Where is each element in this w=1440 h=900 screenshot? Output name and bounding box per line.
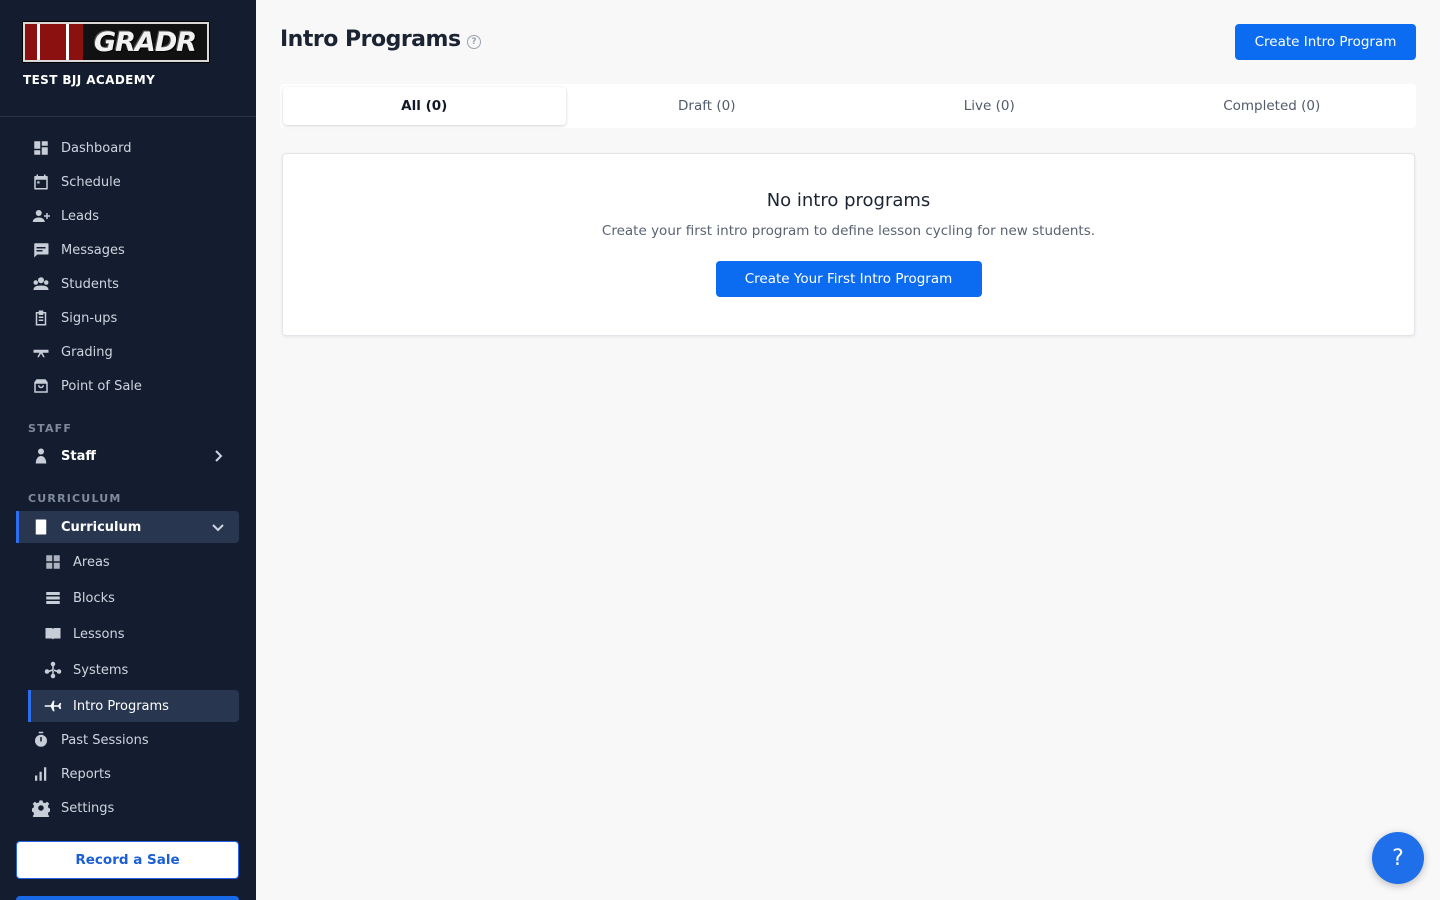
layers-icon (44, 589, 62, 607)
tab-all[interactable]: All (0) (283, 87, 566, 125)
dashboard-icon (32, 139, 50, 157)
academy-name: TEST BJJ ACADEMY (23, 73, 156, 87)
main-content: Intro Programs ? Create Intro Program Al… (256, 0, 1440, 900)
sidebar-item-settings[interactable]: Settings (16, 792, 239, 824)
sidebar-item-label: Schedule (61, 174, 121, 190)
tab-draft[interactable]: Draft (0) (566, 87, 849, 125)
sidebar-item-label: Curriculum (61, 519, 142, 535)
sidebar-item-past-sessions[interactable]: Past Sessions (16, 724, 239, 756)
empty-state-card: No intro programs Create your first intr… (282, 153, 1415, 336)
sidebar-item-schedule[interactable]: Schedule (16, 166, 239, 198)
open-book-icon (44, 625, 62, 643)
gear-icon (32, 799, 50, 817)
tab-live[interactable]: Live (0) (848, 87, 1131, 125)
chat-icon (32, 241, 50, 259)
sidebar-subitem-systems[interactable]: Systems (28, 654, 239, 686)
sidebar-item-label: Reports (61, 766, 111, 782)
person-add-icon (32, 207, 50, 225)
sidebar-subitem-label: Blocks (73, 590, 115, 606)
sidebar-item-point-of-sale[interactable]: Point of Sale (16, 370, 239, 402)
sidebar-item-label: Students (61, 276, 119, 292)
sidebar-item-leads[interactable]: Leads (16, 200, 239, 232)
sidebar-item-signups[interactable]: Sign-ups (16, 302, 239, 334)
sidebar-item-label: Grading (61, 344, 113, 360)
sidebar-item-curriculum[interactable]: Curriculum (16, 511, 239, 543)
create-first-intro-program-button[interactable]: Create Your First Intro Program (715, 261, 982, 297)
help-chat-button[interactable]: ? (1372, 832, 1424, 884)
logo-stripes (25, 24, 83, 60)
sidebar-item-label: Point of Sale (61, 378, 142, 394)
sidebar-subitem-intro-programs[interactable]: Intro Programs (28, 690, 239, 722)
sidebar-item-messages[interactable]: Messages (16, 234, 239, 266)
brand-area: GRADR TEST BJJ ACADEMY (0, 0, 256, 117)
gradr-logo[interactable]: GRADR (23, 22, 209, 62)
sidebar-subitem-label: Intro Programs (73, 698, 169, 714)
empty-state-title: No intro programs (766, 190, 931, 211)
page-title: Intro Programs (280, 27, 461, 52)
sidebar-item-label: Staff (61, 448, 96, 464)
sidebar-item-label: Leads (61, 208, 100, 224)
belt-icon (32, 343, 50, 361)
person-icon (32, 447, 50, 465)
stopwatch-icon (32, 731, 50, 749)
sidebar-item-students[interactable]: Students (16, 268, 239, 300)
sidebar-bottom-button[interactable] (16, 896, 239, 900)
sidebar-item-label: Messages (61, 242, 125, 258)
section-label-staff: STAFF (28, 422, 73, 435)
sidebar-item-label: Past Sessions (61, 732, 149, 748)
sidebar-item-staff[interactable]: Staff (16, 440, 239, 472)
book-icon (32, 518, 50, 536)
sidebar: GRADR TEST BJJ ACADEMY Dashboard Schedul… (0, 0, 256, 900)
chevron-down-icon (211, 520, 225, 534)
sidebar-subitem-label: Systems (73, 662, 129, 678)
sidebar-item-label: Sign-ups (61, 310, 118, 326)
sidebar-item-dashboard[interactable]: Dashboard (16, 132, 239, 164)
sidebar-item-reports[interactable]: Reports (16, 758, 239, 790)
logo-text: GRADR (93, 26, 197, 58)
network-icon (44, 661, 62, 679)
bar-chart-icon (32, 765, 50, 783)
section-label-curriculum: CURRICULUM (28, 492, 122, 505)
sidebar-subitem-label: Lessons (73, 626, 125, 642)
help-icon[interactable]: ? (467, 35, 481, 49)
sidebar-subitem-lessons[interactable]: Lessons (28, 618, 239, 650)
students-icon (32, 275, 50, 293)
grid-icon (44, 553, 62, 571)
plane-icon (44, 697, 62, 715)
empty-state-subtitle: Create your first intro program to defin… (601, 223, 1096, 239)
sidebar-item-label: Dashboard (61, 140, 132, 156)
record-sale-button[interactable]: Record a Sale (16, 841, 239, 879)
calendar-icon (32, 173, 50, 191)
status-tabs: All (0) Draft (0) Live (0) Completed (0) (280, 84, 1416, 128)
sidebar-subitem-label: Areas (73, 554, 110, 570)
create-intro-program-button[interactable]: Create Intro Program (1235, 24, 1416, 60)
tab-completed[interactable]: Completed (0) (1131, 87, 1414, 125)
clipboard-icon (32, 309, 50, 327)
sidebar-subitem-areas[interactable]: Areas (28, 546, 239, 578)
sidebar-item-grading[interactable]: Grading (16, 336, 239, 368)
chevron-right-icon (211, 449, 225, 463)
sidebar-subitem-blocks[interactable]: Blocks (28, 582, 239, 614)
shopping-bag-icon (32, 377, 50, 395)
sidebar-item-label: Settings (61, 800, 115, 816)
